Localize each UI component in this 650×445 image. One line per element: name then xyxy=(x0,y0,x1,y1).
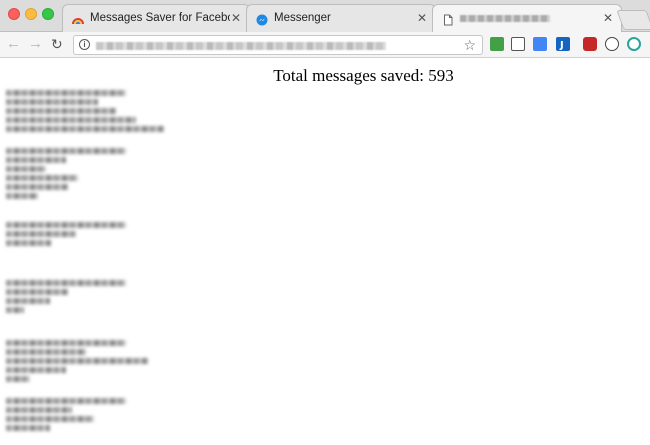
message-block xyxy=(6,340,148,385)
close-icon[interactable]: ✕ xyxy=(231,11,241,25)
tab-strip: Messages Saver for Facebook ✕ Messenger … xyxy=(0,0,650,33)
address-bar[interactable]: i ☆ xyxy=(73,35,483,55)
message-block xyxy=(6,148,126,202)
document-icon xyxy=(442,13,454,26)
close-icon[interactable]: ✕ xyxy=(417,11,427,25)
url-text xyxy=(96,42,386,50)
browser-toolbar: ← → ↻ i ☆ J xyxy=(0,32,650,58)
back-arrow-icon[interactable]: ← xyxy=(6,36,21,52)
rainbow-icon xyxy=(72,13,84,25)
translate-icon[interactable] xyxy=(533,37,547,51)
window-minimize-button[interactable] xyxy=(25,8,37,20)
j-extension-icon[interactable]: J xyxy=(556,37,570,51)
message-block xyxy=(6,280,126,316)
ublock-icon[interactable] xyxy=(583,37,597,51)
close-icon[interactable]: ✕ xyxy=(603,11,613,25)
tab-messages-saver[interactable]: Messages Saver for Facebook ✕ xyxy=(62,4,250,32)
tab-title: Messenger xyxy=(274,12,331,24)
forward-arrow-icon[interactable]: → xyxy=(28,36,43,52)
messenger-icon xyxy=(256,13,268,26)
window-maximize-button[interactable] xyxy=(42,8,54,20)
info-icon[interactable]: i xyxy=(79,39,90,50)
tab-title xyxy=(460,15,550,22)
tab-messenger[interactable]: Messenger ✕ xyxy=(246,4,436,32)
message-block xyxy=(6,398,126,434)
sync-extension-icon[interactable] xyxy=(627,37,641,51)
tab-saved-messages[interactable]: ✕ xyxy=(432,4,622,33)
tab-title: Messages Saver for Facebook xyxy=(90,12,230,24)
page-title: Total messages saved: 593 xyxy=(273,66,454,85)
evernote-icon[interactable] xyxy=(490,37,504,51)
info-extension-icon[interactable] xyxy=(605,37,619,51)
reload-icon[interactable]: ↻ xyxy=(51,36,63,52)
bookmark-star-icon[interactable]: ☆ xyxy=(463,36,476,54)
message-block xyxy=(6,222,126,249)
svg-text:J: J xyxy=(559,40,564,51)
pocket-icon[interactable] xyxy=(511,37,525,51)
message-block xyxy=(6,90,164,135)
window-close-button[interactable] xyxy=(8,8,20,20)
